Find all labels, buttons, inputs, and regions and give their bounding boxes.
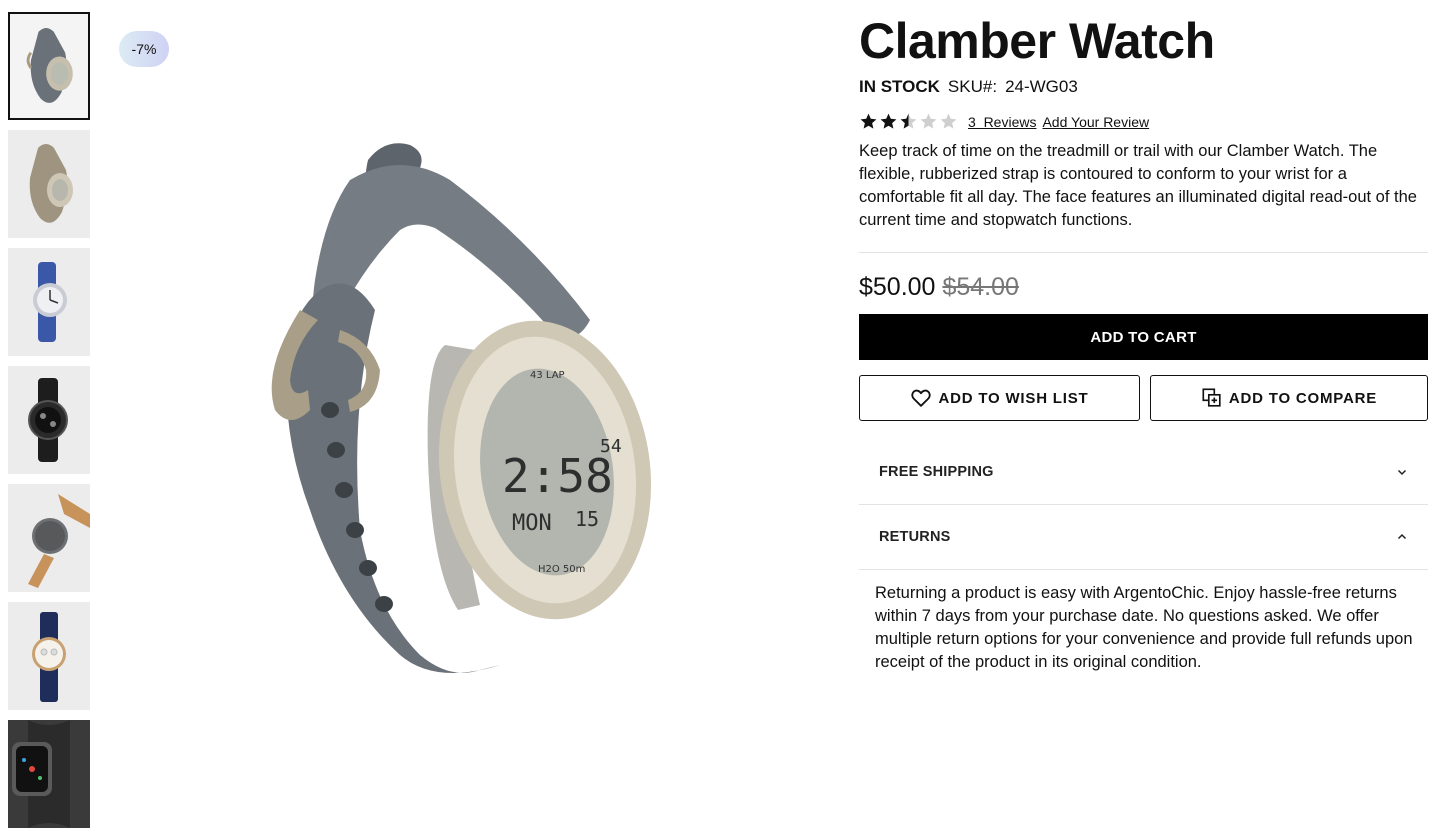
thumbnail-2[interactable] <box>8 130 90 238</box>
watch-thumbnail-image <box>32 612 66 702</box>
add-review-link[interactable]: Add Your Review <box>1042 114 1149 130</box>
watch-thumbnail-image <box>26 27 73 103</box>
heart-icon <box>911 389 932 407</box>
thumbnail-1[interactable] <box>8 12 90 120</box>
thumbnail-4[interactable] <box>8 366 90 474</box>
watch-thumbnail-image <box>28 494 90 588</box>
final-price: $50.00 <box>859 273 936 301</box>
sku-value: 24-WG03 <box>1005 77 1078 96</box>
main-product-image[interactable]: 43 LAP 2:58 54 MON 15 H2O 50m <box>200 110 720 710</box>
chevron-down-icon <box>1397 469 1407 476</box>
product-description: Keep track of time on the treadmill or t… <box>859 142 1417 229</box>
dial-digits-mode: MON <box>512 511 552 536</box>
watch-thumbnail-image <box>28 378 68 462</box>
thumbnail-3[interactable] <box>8 248 90 356</box>
dial-label-top: 43 LAP <box>530 370 565 381</box>
dial-digits-main: 2:58 <box>502 449 613 503</box>
accordion-returns[interactable]: RETURNS <box>859 505 1428 569</box>
add-to-wishlist-button[interactable]: ADD TO WISH LIST <box>859 375 1140 421</box>
divider <box>859 569 1428 570</box>
discount-badge: -7% <box>119 31 169 67</box>
divider <box>859 252 1428 253</box>
dial-digits-sec: 54 <box>600 436 622 457</box>
accordion-free-shipping[interactable]: FREE SHIPPING <box>859 440 1428 504</box>
wishlist-label: ADD TO WISH LIST <box>938 389 1089 407</box>
watch-image: 43 LAP 2:58 54 MON 15 H2O 50m <box>271 143 652 673</box>
watch-thumbnail-image <box>8 720 90 828</box>
star-icon <box>940 113 957 129</box>
compare-icon <box>1202 388 1221 407</box>
chevron-up-icon <box>1397 533 1407 540</box>
dial-label-bottom: H2O 50m <box>538 564 585 575</box>
product-title: Clamber Watch <box>859 13 1215 69</box>
reviews-link[interactable]: 3 Reviews <box>968 114 1036 130</box>
add-to-cart-button[interactable]: ADD TO CART <box>859 314 1428 360</box>
accordion-title: RETURNS <box>879 529 951 545</box>
sku-label: SKU#: <box>947 77 998 96</box>
thumbnail-7[interactable] <box>8 720 90 828</box>
stock-sku-row: IN STOCK SKU#: 24-WG03 <box>859 77 1078 97</box>
star-icon <box>860 113 877 129</box>
returns-body: Returning a product is easy with Argento… <box>875 584 1413 671</box>
thumbnail-6[interactable] <box>8 602 90 710</box>
accordion-title: FREE SHIPPING <box>879 464 994 480</box>
star-icon <box>900 113 917 129</box>
rating-row: 3 Reviews Add Your Review <box>859 112 1155 131</box>
thumbnail-gallery <box>8 12 90 834</box>
watch-thumbnail-image <box>33 262 67 342</box>
watch-thumbnail-image <box>29 144 73 223</box>
compare-label: ADD TO COMPARE <box>1228 389 1378 407</box>
star-icon <box>880 113 897 129</box>
add-to-compare-button[interactable]: ADD TO COMPARE <box>1150 375 1428 421</box>
rating-stars <box>859 112 958 131</box>
stock-status: IN STOCK <box>859 77 940 96</box>
thumbnail-5[interactable] <box>8 484 90 592</box>
dial-digits-day: 15 <box>575 507 599 531</box>
star-icon <box>920 113 937 129</box>
price-row: $50.00 $54.00 <box>859 273 1019 302</box>
old-price: $54.00 <box>942 273 1019 301</box>
